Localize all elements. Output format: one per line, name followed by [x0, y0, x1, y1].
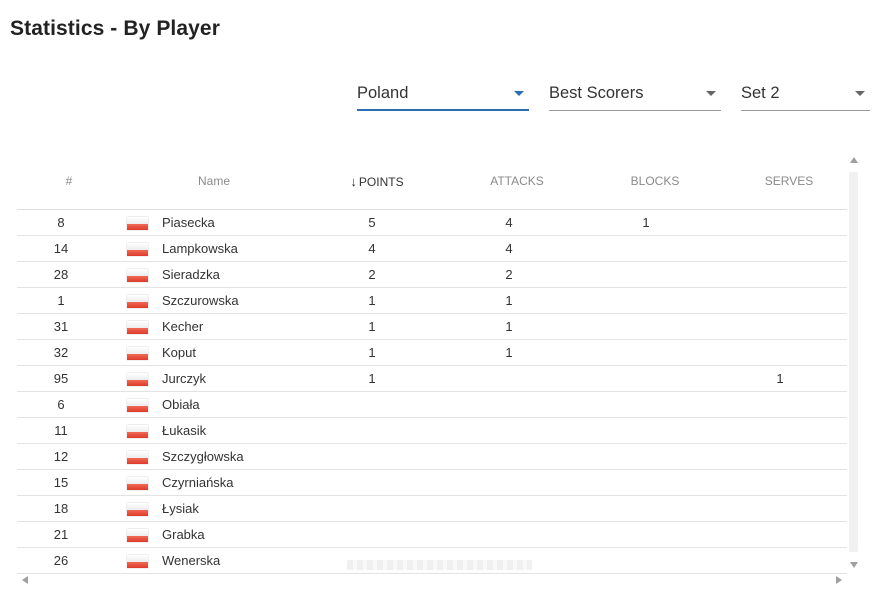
attacks-value: 1 — [505, 293, 513, 308]
table-row[interactable]: 8 Piasecka 5 4 1 — [17, 210, 847, 236]
player-name: Łysiak — [162, 501, 199, 516]
player-name: Czyrniańska — [162, 475, 234, 490]
player-number: 1 — [57, 293, 65, 308]
attacks-value: 4 — [505, 215, 513, 230]
vertical-scrollbar[interactable] — [847, 150, 861, 574]
poland-flag-icon — [127, 373, 148, 386]
player-name: Obiała — [162, 397, 200, 412]
team-select[interactable]: Poland — [357, 80, 529, 111]
player-name: Kecher — [162, 319, 204, 334]
attacks-value: 4 — [505, 241, 513, 256]
player-name: Szczurowska — [162, 293, 239, 308]
points-value: 5 — [368, 215, 376, 230]
category-select[interactable]: Best Scorers — [549, 80, 721, 111]
points-value: 4 — [368, 241, 376, 256]
points-value: 1 — [368, 345, 376, 360]
table-body: 8 Piasecka 5 4 1 14 Lampkowska 4 4 28 Sieradzka 2 2 1… — [17, 210, 847, 574]
player-name: Łukasik — [162, 423, 207, 438]
chevron-down-icon — [855, 91, 865, 96]
column-header-points-label: POINTS — [358, 175, 404, 189]
table-row[interactable]: 32 Koput 1 1 — [17, 340, 847, 366]
set-select-value: Set 2 — [741, 84, 780, 102]
poland-flag-icon — [127, 503, 148, 516]
table-row[interactable]: 15 Czyrniańska — [17, 470, 847, 496]
table-row[interactable]: 11 Łukasik — [17, 418, 847, 444]
column-header-points[interactable]: ↓ POINTS — [327, 174, 427, 189]
horizontal-scrollbar[interactable] — [17, 560, 847, 588]
table-row[interactable]: 18 Łysiak — [17, 496, 847, 522]
poland-flag-icon — [127, 555, 148, 568]
column-header-blocks[interactable]: BLOCKS — [605, 174, 705, 188]
table-row[interactable]: 31 Kecher 1 1 — [17, 314, 847, 340]
scroll-down-icon[interactable] — [850, 562, 858, 568]
scroll-up-icon[interactable] — [850, 157, 858, 163]
category-select-value: Best Scorers — [549, 84, 644, 102]
player-name: Jurczyk — [162, 371, 207, 386]
points-value: 1 — [368, 319, 376, 334]
table-row[interactable]: 28 Sieradzka 2 2 — [17, 262, 847, 288]
column-header-attacks[interactable]: ATTACKS — [467, 174, 567, 188]
vertical-scroll-track[interactable] — [849, 172, 858, 552]
player-number: 28 — [53, 267, 69, 282]
serves-value: 1 — [776, 371, 784, 386]
poland-flag-icon — [127, 243, 148, 256]
table-row[interactable]: 6 Obiała — [17, 392, 847, 418]
table-header: # Name ↓ POINTS ATTACKS BLOCKS SERVES — [17, 150, 847, 210]
player-number: 12 — [53, 449, 69, 464]
player-number: 26 — [53, 553, 69, 568]
poland-flag-icon — [127, 529, 148, 542]
poland-flag-icon — [127, 321, 148, 334]
player-name: Piasecka — [162, 215, 215, 230]
poland-flag-icon — [127, 217, 148, 230]
player-number: 11 — [54, 423, 68, 438]
team-select-value: Poland — [357, 84, 409, 102]
player-stats-table: # Name ↓ POINTS ATTACKS BLOCKS SERVES 8 Pi… — [17, 150, 847, 574]
player-name: Sieradzka — [162, 267, 220, 282]
player-name: Wenerska — [162, 553, 221, 568]
player-number: 95 — [53, 371, 69, 386]
player-number: 8 — [57, 215, 65, 230]
player-name: Koput — [162, 345, 196, 360]
player-number: 18 — [53, 501, 69, 516]
points-value: 2 — [368, 267, 376, 282]
chevron-down-icon — [706, 91, 716, 96]
attacks-value: 1 — [505, 319, 513, 334]
column-header-number[interactable]: # — [62, 174, 76, 188]
table-row[interactable]: 95 Jurczyk 1 1 — [17, 366, 847, 392]
poland-flag-icon — [127, 269, 148, 282]
column-header-name[interactable]: Name — [177, 174, 251, 188]
table-row[interactable]: 14 Lampkowska 4 4 — [17, 236, 847, 262]
arrow-down-icon: ↓ — [350, 174, 357, 189]
player-name: Grabka — [162, 527, 205, 542]
set-select[interactable]: Set 2 — [741, 80, 870, 111]
player-number: 32 — [53, 345, 69, 360]
attacks-value: 2 — [505, 267, 513, 282]
poland-flag-icon — [127, 295, 148, 308]
page-title: Statistics - By Player — [10, 17, 220, 40]
chevron-down-icon — [514, 91, 524, 96]
poland-flag-icon — [127, 425, 148, 438]
table-row[interactable]: 12 Szczygłowska — [17, 444, 847, 470]
player-number: 31 — [53, 319, 69, 334]
poland-flag-icon — [127, 451, 148, 464]
blocks-value: 1 — [642, 215, 650, 230]
poland-flag-icon — [127, 477, 148, 490]
attacks-value: 1 — [505, 345, 513, 360]
player-name: Szczygłowska — [162, 449, 244, 464]
player-number: 14 — [53, 241, 69, 256]
scroll-left-icon[interactable] — [22, 576, 28, 584]
player-number: 21 — [53, 527, 69, 542]
horizontal-scroll-thumb[interactable] — [347, 560, 532, 570]
player-number: 6 — [57, 397, 65, 412]
poland-flag-icon — [127, 399, 148, 412]
poland-flag-icon — [127, 347, 148, 360]
table-row[interactable]: 21 Grabka — [17, 522, 847, 548]
scroll-right-icon[interactable] — [836, 576, 842, 584]
player-name: Lampkowska — [162, 241, 238, 256]
table-row[interactable]: 1 Szczurowska 1 1 — [17, 288, 847, 314]
points-value: 1 — [368, 371, 376, 386]
column-header-serves[interactable]: SERVES — [739, 174, 839, 188]
player-number: 15 — [53, 475, 69, 490]
points-value: 1 — [368, 293, 376, 308]
